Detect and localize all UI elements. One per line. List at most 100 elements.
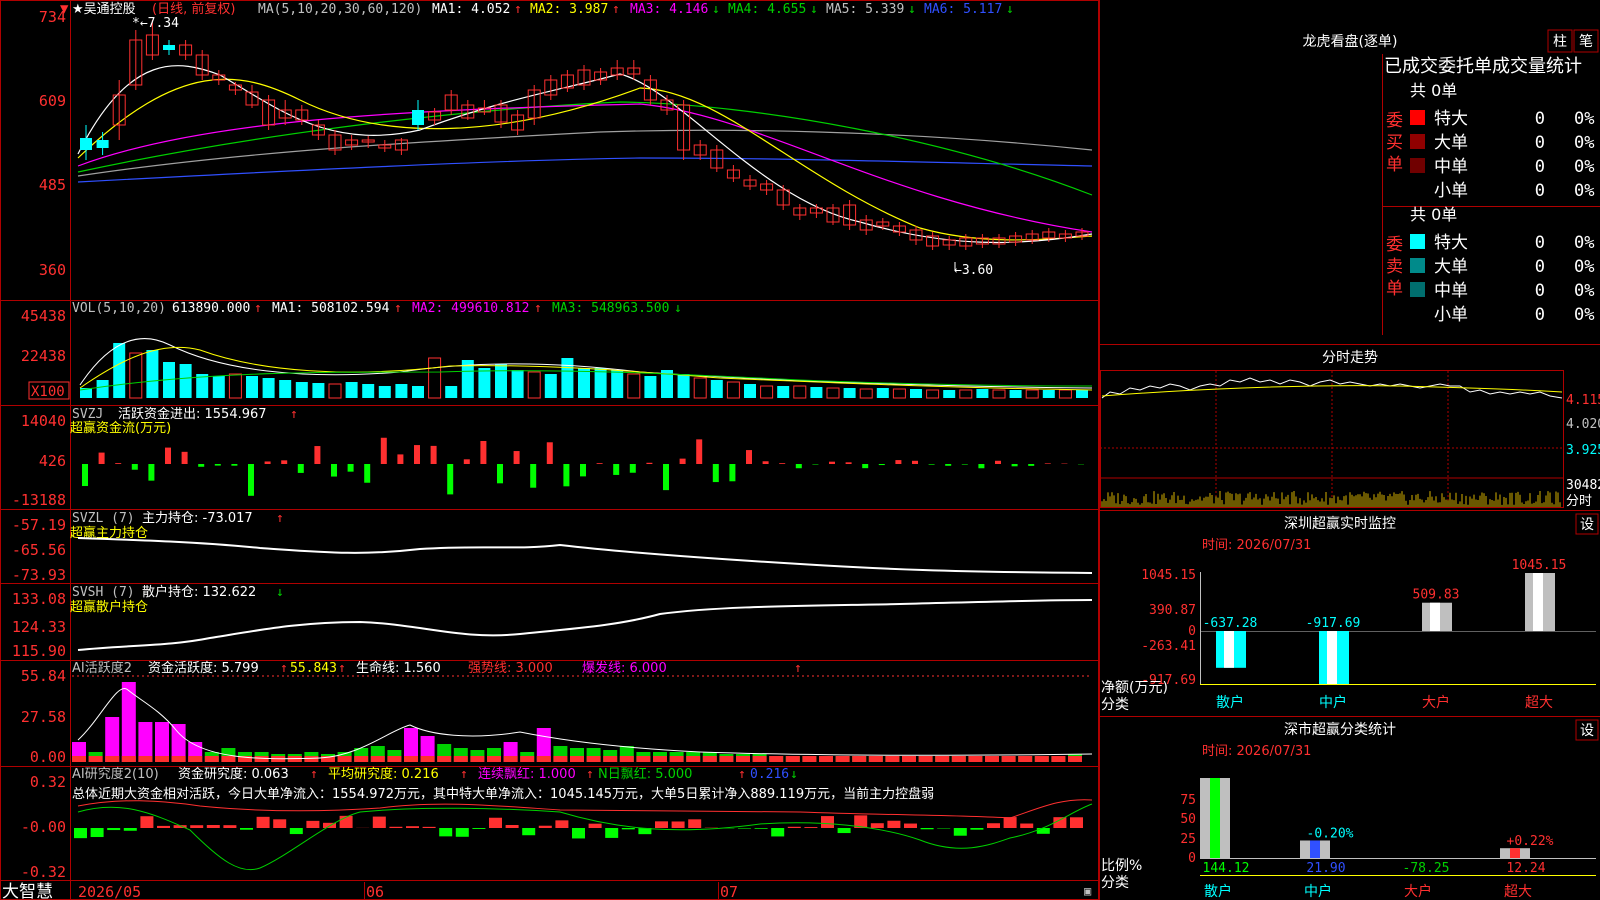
volume-bar (544, 374, 557, 398)
monitor-tick: 1045.15 (1141, 568, 1196, 583)
ai1-base (868, 756, 883, 762)
svzj-bar (331, 464, 337, 477)
svzj-bar (463, 459, 470, 464)
svzj-bar (779, 463, 786, 464)
monitor-tick: 390.87 (1149, 603, 1196, 618)
ai1-bar (105, 717, 120, 762)
ai1-base (254, 756, 269, 762)
svzj-bar (148, 464, 155, 481)
ai2-bar (389, 826, 403, 828)
ai2-arrow4: ↑ (738, 767, 746, 782)
vol-ma2-arrow: ↑ (534, 301, 542, 316)
volume-bar (96, 380, 109, 398)
ai1-base (719, 756, 734, 762)
ai2-bar (74, 828, 87, 839)
svzj-bar (248, 464, 254, 496)
svzj-bar (1011, 464, 1018, 467)
volume-bar (295, 382, 308, 398)
volume-bars (80, 343, 1088, 399)
svzj-bar (928, 464, 935, 465)
ai1-base (918, 756, 933, 762)
ai1-base (155, 756, 169, 762)
ai2-bar (572, 828, 585, 839)
volume-bar (561, 358, 574, 398)
monitor-bar-label: 1045.15 (1512, 558, 1567, 573)
buy-total: 共 0单 (1410, 81, 1457, 100)
ai2-bar (771, 828, 785, 837)
ai2-bar (738, 828, 751, 829)
buy-row-count: 0 (1535, 157, 1545, 177)
ma5-arrow: ↓ (908, 2, 916, 17)
ma6-value: MA6: 5.117 (924, 2, 1002, 17)
svzj-panel: SVZJ 活跃资金进出: 1554.967 ↑ 超赢资金流(万元) 14040 … (12, 406, 1084, 509)
ai1-base (387, 756, 402, 762)
volume-bar (378, 386, 391, 398)
classify-bars: 144.12 散户 -0.20% 21.90 中户 -78.25 大户 +0.22% 12.24… (1200, 778, 1554, 900)
ai2-label3: 连续飘红: 1.000 (478, 766, 576, 782)
svzj-bar (181, 451, 188, 464)
volume-bar (644, 376, 657, 398)
ai1-base (470, 756, 485, 762)
svsh-tick: 124.33 (12, 618, 66, 636)
ai1-base (1001, 756, 1016, 762)
volume-bar (279, 380, 292, 398)
sell-row-pct: 0% (1574, 257, 1594, 277)
lock-icon[interactable]: ▣ (1084, 884, 1091, 898)
ai1-base (968, 756, 983, 762)
svsh-sub: 超赢散户持仓 (70, 599, 148, 615)
ai1-tick: 0.00 (30, 748, 66, 766)
vol-unit: X100 (31, 384, 65, 400)
ai2-bar (505, 824, 519, 828)
ai2-bar (821, 816, 834, 828)
svzj-bar (530, 464, 537, 488)
ai1-value2: 55.843 (290, 661, 337, 676)
fenshi-volume (1101, 491, 1561, 507)
ai1-base (802, 756, 817, 762)
svzj-bars (82, 437, 1084, 496)
ma3-value: MA3: 4.146 (630, 2, 708, 17)
classify-bar-accent (1310, 840, 1320, 858)
ai2-tick: -0.00 (21, 818, 66, 836)
svzj-bar (829, 461, 835, 464)
fenshi-title: 分时走势 (1322, 350, 1378, 366)
ai2-tick: -0.32 (21, 863, 66, 881)
ma2-arrow: ↑ (612, 2, 620, 17)
sell-row-name: 特大 (1434, 233, 1468, 253)
buy-row-pct: 0% (1574, 133, 1594, 153)
svzj-title: SVZJ (72, 407, 103, 422)
brand-logo[interactable]: 大智慧 (2, 882, 53, 900)
buy-label: 委买单 (1386, 111, 1403, 175)
ai2-bar (671, 821, 685, 828)
ai1-base (553, 756, 568, 762)
svzj-bar (746, 450, 752, 464)
ai2-bar (804, 827, 818, 828)
volume-bar (146, 350, 159, 398)
svsh-arrow: ↓ (276, 585, 284, 600)
ai2-bar (190, 825, 204, 828)
stock-name[interactable]: ★吴通控股 (72, 2, 136, 17)
ai1-base (570, 756, 584, 762)
sell-row-count: 0 (1535, 257, 1545, 277)
svzj-bar (795, 464, 802, 469)
tab-stroke-label: 笔 (1579, 34, 1593, 50)
sell-rows: 特大 0 0% 大单 0 0% 中单 0 0% 小单 0 0% (1410, 233, 1594, 325)
vol-arrow: ↑ (254, 301, 262, 316)
ai2-title: AI研究度2(10) (72, 766, 159, 782)
ai1-base (88, 756, 103, 762)
sell-row-name: 大单 (1434, 257, 1468, 277)
ai2-arrow2: ↑ (460, 767, 468, 782)
ai1-bars (72, 682, 1082, 762)
ai1-base (902, 756, 916, 762)
svzj-bar (131, 464, 138, 470)
svzj-bar (961, 464, 968, 465)
classify-setting-label: 设 (1580, 723, 1594, 739)
monitor-category-label: 超大 (1525, 695, 1553, 711)
ai1-flag-icon: ↑ (794, 661, 802, 676)
monitor-panel: 深圳超赢实时监控 设 时间: 2026/07/31 1045.15 390.87… (1101, 513, 1599, 713)
svzl-tick: -65.56 (12, 541, 66, 559)
ai2-bar (273, 819, 287, 828)
panel-frames (0, 0, 1600, 900)
buy-row-name: 小单 (1434, 181, 1468, 201)
sell-total: 共 0单 (1410, 205, 1457, 224)
vol-ma3-arrow: ↓ (674, 301, 682, 316)
